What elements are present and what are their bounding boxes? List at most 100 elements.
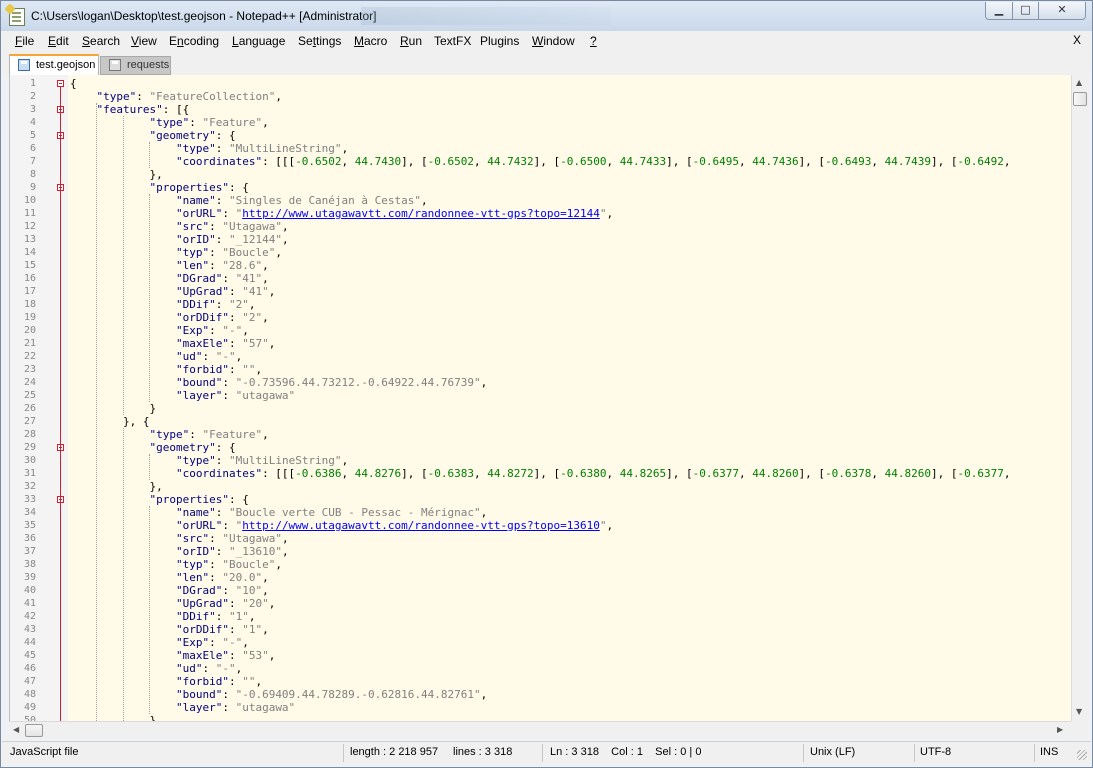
scroll-left-arrow-icon[interactable]: ◀ (13, 725, 19, 734)
code-line[interactable]: 33 "properties": { (10, 493, 1072, 506)
tab-requests[interactable]: requests (100, 56, 171, 75)
code-line[interactable]: 50 } (10, 714, 1072, 721)
title-bar[interactable]: C:\Users\logan\Desktop\test.geojson - No… (1, 1, 1092, 31)
scroll-up-arrow-icon[interactable]: ▲ (1076, 78, 1082, 87)
code-text[interactable]: "type": "Feature", (70, 116, 268, 129)
code-line[interactable]: 38 "typ": "Boucle", (10, 558, 1072, 571)
code-text[interactable]: "src": "Utagawa", (70, 220, 289, 233)
code-line[interactable]: 6 "type": "MultiLineString", (10, 142, 1072, 155)
code-text[interactable]: "type": "Feature", (70, 428, 268, 441)
code-line[interactable]: 37 "orID": "_13610", (10, 545, 1072, 558)
menu-item[interactable]: Macro (354, 34, 387, 48)
menu-item[interactable]: Encoding (169, 34, 219, 48)
code-text[interactable]: "orID": "_12144", (70, 233, 289, 246)
code-line[interactable]: 43 "orDDif": "1", (10, 623, 1072, 636)
code-line[interactable]: 41 "UpGrad": "20", (10, 597, 1072, 610)
code-text[interactable]: "typ": "Boucle", (70, 246, 282, 259)
code-text[interactable]: "orURL": "http://www.utagawavtt.com/rand… (70, 207, 613, 220)
menu-item[interactable]: Language (232, 34, 285, 48)
code-text[interactable]: }, (70, 168, 162, 181)
code-line[interactable]: 20 "Exp": "-", (10, 324, 1072, 337)
code-line[interactable]: 47 "forbid": "", (10, 675, 1072, 688)
code-line[interactable]: 4 "type": "Feature", (10, 116, 1072, 129)
horizontal-scroll-thumb[interactable] (25, 724, 43, 737)
code-line[interactable]: 19 "orDDif": "2", (10, 311, 1072, 324)
code-text[interactable]: "geometry": { (70, 441, 235, 454)
minimize-button[interactable]: ▁ (985, 2, 1013, 20)
code-line[interactable]: 26 } (10, 402, 1072, 415)
code-text[interactable]: "layer": "utagawa" (70, 701, 295, 714)
menu-item[interactable]: Window (532, 34, 575, 48)
code-text[interactable]: "geometry": { (70, 129, 235, 142)
code-text[interactable]: "orDDif": "1", (70, 623, 269, 636)
code-text[interactable]: "type": "MultiLineString", (70, 454, 348, 467)
code-line[interactable]: 16 "DGrad": "41", (10, 272, 1072, 285)
code-text[interactable]: "len": "20.0", (70, 571, 269, 584)
menu-item[interactable]: Settings (298, 34, 341, 48)
code-line[interactable]: 40 "DGrad": "10", (10, 584, 1072, 597)
code-line[interactable]: 18 "DDif": "2", (10, 298, 1072, 311)
code-line[interactable]: 15 "len": "28.6", (10, 259, 1072, 272)
menu-item[interactable]: File (15, 34, 34, 48)
horizontal-scrollbar[interactable]: ◀ ▶ (9, 721, 1071, 739)
code-line[interactable]: 36 "src": "Utagawa", (10, 532, 1072, 545)
code-line[interactable]: 49 "layer": "utagawa" (10, 701, 1072, 714)
code-text[interactable]: { (70, 77, 77, 90)
code-line[interactable]: 46 "ud": "-", (10, 662, 1072, 675)
code-line[interactable]: 48 "bound": "-0.69409.44.78289.-0.62816.… (10, 688, 1072, 701)
code-line[interactable]: 42 "DDif": "1", (10, 610, 1072, 623)
scroll-down-arrow-icon[interactable]: ▼ (1076, 707, 1082, 716)
code-editor[interactable]: 1{2 "type": "FeatureCollection", 3 "featu… (9, 75, 1072, 721)
code-text[interactable]: "type": "MultiLineString", (70, 142, 348, 155)
code-text[interactable]: "DDif": "1", (70, 610, 256, 623)
code-line[interactable]: 10 "name": "Singles de Canéjan à Cestas"… (10, 194, 1072, 207)
close-document-button[interactable]: X (1073, 33, 1081, 47)
code-line[interactable]: 2 "type": "FeatureCollection", (10, 90, 1072, 103)
menu-item[interactable]: Plugins (480, 34, 519, 48)
code-text[interactable]: "coordinates": [[[-0.6386, 44.8276], [-0… (70, 467, 1011, 480)
code-line[interactable]: 13 "orID": "_12144", (10, 233, 1072, 246)
code-text[interactable]: } (70, 714, 156, 721)
code-text[interactable]: "UpGrad": "20", (70, 597, 275, 610)
code-line[interactable]: 44 "Exp": "-", (10, 636, 1072, 649)
tab-test-geojson[interactable]: test.geojson (9, 54, 99, 75)
code-line[interactable]: 14 "typ": "Boucle", (10, 246, 1072, 259)
code-line[interactable]: 17 "UpGrad": "41", (10, 285, 1072, 298)
code-line[interactable]: 23 "forbid": "", (10, 363, 1072, 376)
code-text[interactable]: "maxEle": "53", (70, 649, 275, 662)
code-line[interactable]: 39 "len": "20.0", (10, 571, 1072, 584)
code-line[interactable]: 45 "maxEle": "53", (10, 649, 1072, 662)
code-text[interactable]: "UpGrad": "41", (70, 285, 275, 298)
code-text[interactable]: "typ": "Boucle", (70, 558, 282, 571)
menu-item[interactable]: Edit (48, 34, 69, 48)
menu-item[interactable]: TextFX (434, 34, 471, 48)
status-eol[interactable]: Unix (LF) (810, 742, 855, 764)
code-line[interactable]: 24 "bound": "-0.73596.44.73212.-0.64922.… (10, 376, 1072, 389)
code-line[interactable]: 27 }, { (10, 415, 1072, 428)
fold-toggle-icon[interactable] (57, 80, 64, 87)
close-button[interactable]: ✕ (1038, 2, 1086, 20)
code-text[interactable]: "DGrad": "10", (70, 584, 269, 597)
code-line[interactable]: 11 "orURL": "http://www.utagawavtt.com/r… (10, 207, 1072, 220)
code-line[interactable]: 28 "type": "Feature", (10, 428, 1072, 441)
code-text[interactable]: "DDif": "2", (70, 298, 256, 311)
vertical-scrollbar[interactable]: ▲ ▼ (1071, 75, 1089, 721)
code-text[interactable]: "bound": "-0.73596.44.73212.-0.64922.44.… (70, 376, 487, 389)
scroll-right-arrow-icon[interactable]: ▶ (1057, 725, 1063, 734)
code-line[interactable]: 29 "geometry": { (10, 441, 1072, 454)
code-text[interactable]: "features": [{ (70, 103, 190, 116)
code-text[interactable]: "name": "Boucle verte CUB - Pessac - Mér… (70, 506, 487, 519)
code-line[interactable]: 25 "layer": "utagawa" (10, 389, 1072, 402)
code-line[interactable]: 21 "maxEle": "57", (10, 337, 1072, 350)
code-text[interactable]: }, { (70, 415, 150, 428)
code-text[interactable]: "orURL": "http://www.utagawavtt.com/rand… (70, 519, 613, 532)
code-line[interactable]: 12 "src": "Utagawa", (10, 220, 1072, 233)
code-line[interactable]: 7 "coordinates": [[[-0.6502, 44.7430], [… (10, 155, 1072, 168)
code-line[interactable]: 34 "name": "Boucle verte CUB - Pessac - … (10, 506, 1072, 519)
menu-item[interactable]: Run (400, 34, 422, 48)
code-line[interactable]: 30 "type": "MultiLineString", (10, 454, 1072, 467)
code-text[interactable]: "orID": "_13610", (70, 545, 289, 558)
code-line[interactable]: 22 "ud": "-", (10, 350, 1072, 363)
code-line[interactable]: 32 }, (10, 480, 1072, 493)
vertical-scroll-thumb[interactable] (1073, 92, 1087, 106)
